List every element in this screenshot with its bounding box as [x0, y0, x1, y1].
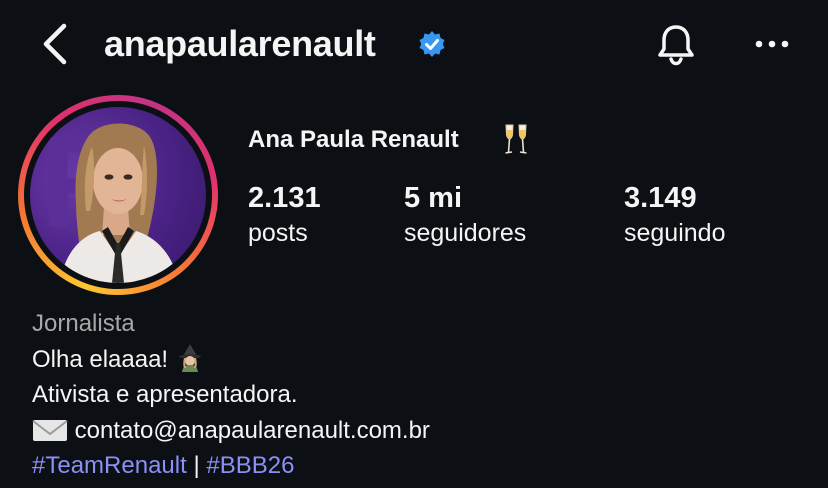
bio-hashtags-line: #TeamRenault | #BBB26 — [32, 448, 430, 484]
profile-username: anapaularenault — [104, 23, 376, 64]
witch-emoji-icon — [178, 343, 201, 372]
profile-full-name: Ana Paula Renault — [248, 126, 459, 153]
stat-following[interactable]: 3.149 seguindo — [624, 180, 725, 250]
stat-posts[interactable]: 2.131 posts — [248, 180, 321, 250]
stat-following-label: seguindo — [624, 219, 726, 247]
bell-icon[interactable] — [654, 22, 698, 66]
hashtag-bbb26-link[interactable]: #BBB26 — [206, 452, 294, 479]
champagne-emoji-icon — [505, 124, 527, 154]
back-arrow-icon[interactable] — [36, 22, 76, 66]
bio-email-link[interactable]: contato@anapaularenault.com.br — [75, 417, 430, 444]
profile-avatar: R — [30, 107, 206, 283]
hashtag-teamrenault-link[interactable]: #TeamRenault — [32, 452, 187, 479]
stat-posts-count: 2.131 — [248, 182, 321, 214]
stat-posts-label: posts — [248, 219, 308, 247]
profile-bio: Jornalista Olha elaaaa! Ativista e apres… — [32, 306, 430, 484]
bio-line-1-text: Olha elaaaa! — [32, 345, 169, 373]
avatar-portrait-image: R — [40, 109, 178, 283]
verified-badge-icon — [419, 31, 445, 57]
stat-followers-label: seguidores — [404, 219, 527, 247]
bio-email-line: contato@anapaularenault.com.br — [32, 413, 430, 449]
stat-followers-count: 5 mi — [404, 182, 463, 214]
stat-followers[interactable]: 5 mi seguidores — [404, 180, 526, 250]
more-options-icon[interactable] — [752, 28, 792, 60]
stat-following-count: 3.149 — [624, 182, 697, 214]
profile-header: anapaularenault — [0, 0, 828, 90]
envelope-emoji-icon — [32, 419, 68, 441]
bio-line-1: Olha elaaaa! — [32, 342, 430, 378]
bio-category: Jornalista — [32, 310, 135, 337]
profile-avatar-story-ring[interactable]: R — [18, 95, 218, 295]
bio-line-2: Ativista e apresentadora. — [32, 381, 298, 408]
hashtag-separator: | — [193, 452, 200, 479]
